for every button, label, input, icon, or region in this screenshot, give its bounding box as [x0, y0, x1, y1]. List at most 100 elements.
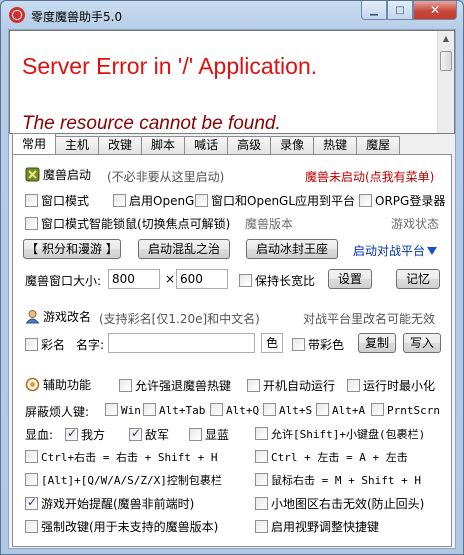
blood-self-checkbox[interactable]: 我方	[65, 426, 105, 443]
tab-common[interactable]: 常用	[12, 133, 57, 154]
window-opengl-platform-checkbox[interactable]: 窗口和OpenGL应用到平台	[195, 192, 355, 209]
points-roaming-button[interactable]: 【 积分和漫游 】	[23, 239, 121, 259]
settings-button[interactable]: 设置	[328, 269, 372, 289]
launch-platform-link[interactable]: 启动对战平台	[353, 242, 438, 259]
shield-altq-checkbox[interactable]: Alt+Q	[210, 403, 259, 417]
remember-button[interactable]: 记忆	[396, 269, 440, 289]
launch-status-link[interactable]: 魔兽未启动(点我有菜单)	[305, 168, 434, 185]
checkbox-box	[263, 403, 276, 416]
warcraft-icon	[25, 167, 40, 182]
minimize-button[interactable]: ▁	[361, 1, 387, 20]
show-mana-checkbox[interactable]: 显蓝	[189, 426, 229, 443]
minimize-on-run-checkbox[interactable]: 运行时最小化	[347, 377, 435, 394]
write-button[interactable]: 写入	[403, 333, 441, 353]
error-detail: The resource cannot be found.	[22, 113, 281, 134]
checkbox-box	[129, 426, 142, 441]
embedded-browser[interactable]: Server Error in '/' Application. The res…	[9, 30, 455, 134]
blood-label: 显血:	[25, 428, 54, 442]
checkbox-label: 允许[Shift]+小键盘(包裹栏)	[271, 428, 426, 441]
checkbox-box	[25, 194, 38, 207]
checkbox-label: 窗口和OpenGL应用到平台	[211, 194, 356, 208]
scroll-up-icon[interactable]: ▲	[438, 31, 454, 47]
ctrl-right-click-checkbox[interactable]: Ctrl+右击 = 右击 + Shift + H	[25, 449, 217, 465]
checkbox-box	[25, 217, 38, 230]
checkbox-box	[359, 194, 372, 207]
rename-hint: (支持彩名[仅1.20e]和中文名)	[99, 312, 260, 326]
shift-keypad-checkbox[interactable]: 允许[Shift]+小键盘(包裹栏)	[255, 426, 425, 442]
game-start-remind-checkbox[interactable]: 游戏开始提醒(魔兽非前端时)	[25, 495, 194, 512]
tab-replay[interactable]: 录像	[270, 136, 315, 154]
checkbox-box	[195, 194, 208, 207]
copy-button[interactable]: 复制	[358, 333, 396, 353]
checkbox-label: [Alt]+[Q/W/A/S/Z/X]控制包裹栏	[41, 474, 222, 487]
window-width-input[interactable]: 800	[108, 269, 160, 289]
ctrl-click-row: Ctrl+右击 = 右击 + Shift + H Ctrl + 左击 = A +…	[13, 449, 451, 469]
force-keymap-checkbox[interactable]: 强制改键(用于未支持的魔兽版本)	[25, 518, 218, 535]
checkbox-label: 保持长宽比	[255, 274, 316, 288]
checkbox-box	[65, 426, 78, 441]
shield-prntscrn-checkbox[interactable]: PrntScrn	[371, 403, 440, 417]
checkbox-label: 鼠标右击 = M + Shift + H	[271, 474, 421, 487]
caption-buttons: ▁ □ ✕	[361, 1, 457, 21]
checkbox-label: Ctrl+右击 = 右击 + Shift + H	[41, 451, 218, 464]
force-exit-hotkey-checkbox[interactable]: 允许强退魔兽热键	[119, 377, 231, 394]
checkbox-label: PrntScrn	[387, 404, 440, 417]
rename-label: 游戏改名	[43, 310, 92, 324]
keep-ratio-checkbox[interactable]: 保持长宽比	[239, 272, 315, 289]
view-adjust-checkbox[interactable]: 启用视野调整快捷键	[255, 518, 379, 535]
ctrl-left-click-checkbox[interactable]: Ctrl + 左击 = A + 左击	[255, 449, 408, 465]
window-height-input[interactable]: 600	[176, 269, 228, 289]
shield-alts-checkbox[interactable]: Alt+S	[263, 403, 312, 417]
checkbox-box	[371, 403, 384, 416]
color-picker-button[interactable]: 色	[261, 333, 283, 353]
with-color-checkbox[interactable]: 带彩色	[292, 336, 344, 353]
launch-roc-button[interactable]: 启动混乱之治	[138, 239, 230, 259]
opengl-checkbox[interactable]: 启用OpenGL	[113, 192, 201, 209]
rename-row: 彩名 名字: 色 带彩色 复制 写入	[13, 333, 451, 353]
window-mode-checkbox[interactable]: 窗口模式	[25, 192, 89, 209]
shield-alttab-checkbox[interactable]: Alt+Tab	[143, 403, 205, 417]
checkbox-label: Ctrl + 左击 = A + 左击	[271, 451, 408, 464]
orpg-checkbox[interactable]: ORPG登录器	[359, 192, 445, 209]
error-title: Server Error in '/' Application.	[22, 53, 318, 79]
autostart-checkbox[interactable]: 开机自动运行	[247, 377, 335, 394]
shield-win-checkbox[interactable]: Win	[105, 403, 141, 417]
checkbox-box	[247, 379, 260, 392]
close-button[interactable]: ✕	[413, 1, 457, 20]
minimap-right-click-checkbox[interactable]: 小地图区右击无效(防止回头)	[255, 495, 424, 512]
tab-shout[interactable]: 喊话	[184, 136, 229, 154]
app-logo-icon	[9, 7, 25, 23]
alt-inventory-checkbox[interactable]: [Alt]+[Q/W/A/S/Z/X]控制包裹栏	[25, 472, 222, 488]
checkbox-box	[255, 473, 268, 486]
window-size-row: 魔兽窗口大小: 800 × 600 保持长宽比 设置 记忆	[13, 269, 451, 289]
smart-lock-checkbox[interactable]: 窗口模式智能锁鼠(切换焦点可解锁)	[25, 215, 230, 232]
shield-alta-checkbox[interactable]: Alt+A	[316, 403, 365, 417]
tab-script[interactable]: 脚本	[141, 136, 186, 154]
close-icon: ✕	[429, 3, 441, 17]
browser-scrollbar[interactable]: ▲	[437, 31, 454, 133]
tab-hotkeys[interactable]: 热键	[313, 136, 358, 154]
tab-host[interactable]: 主机	[55, 136, 100, 154]
mouse-right-click-checkbox[interactable]: 鼠标右击 = M + Shift + H	[255, 472, 421, 488]
scroll-thumb[interactable]	[440, 51, 452, 71]
title-bar[interactable]: 零度魔兽助手5.0 ▁ □ ✕	[1, 1, 463, 29]
version-label: 魔兽版本	[245, 217, 294, 231]
blood-enemy-checkbox[interactable]: 敌军	[129, 426, 169, 443]
tab-advanced[interactable]: 高级	[227, 136, 272, 154]
checkbox-label: Alt+Tab	[159, 404, 206, 417]
checkbox-label: 开机自动运行	[263, 379, 336, 393]
checkbox-label: Win	[121, 404, 141, 417]
launch-platform-label: 启动对战平台	[353, 244, 426, 258]
checkbox-box	[113, 194, 126, 207]
minimize-icon: ▁	[370, 4, 378, 16]
launch-tft-button[interactable]: 启动冰封王座	[246, 239, 338, 259]
maximize-button[interactable]: □	[387, 1, 413, 20]
checkbox-box	[255, 450, 268, 463]
tab-keymap[interactable]: 改键	[98, 136, 143, 154]
tab-house[interactable]: 魔屋	[356, 136, 401, 154]
name-input[interactable]	[108, 333, 255, 353]
color-name-checkbox[interactable]: 彩名	[25, 336, 65, 353]
launch-section-title: 魔兽启动	[25, 166, 91, 183]
checkbox-label: 允许强退魔兽热键	[135, 379, 232, 393]
checkbox-box	[255, 520, 268, 533]
